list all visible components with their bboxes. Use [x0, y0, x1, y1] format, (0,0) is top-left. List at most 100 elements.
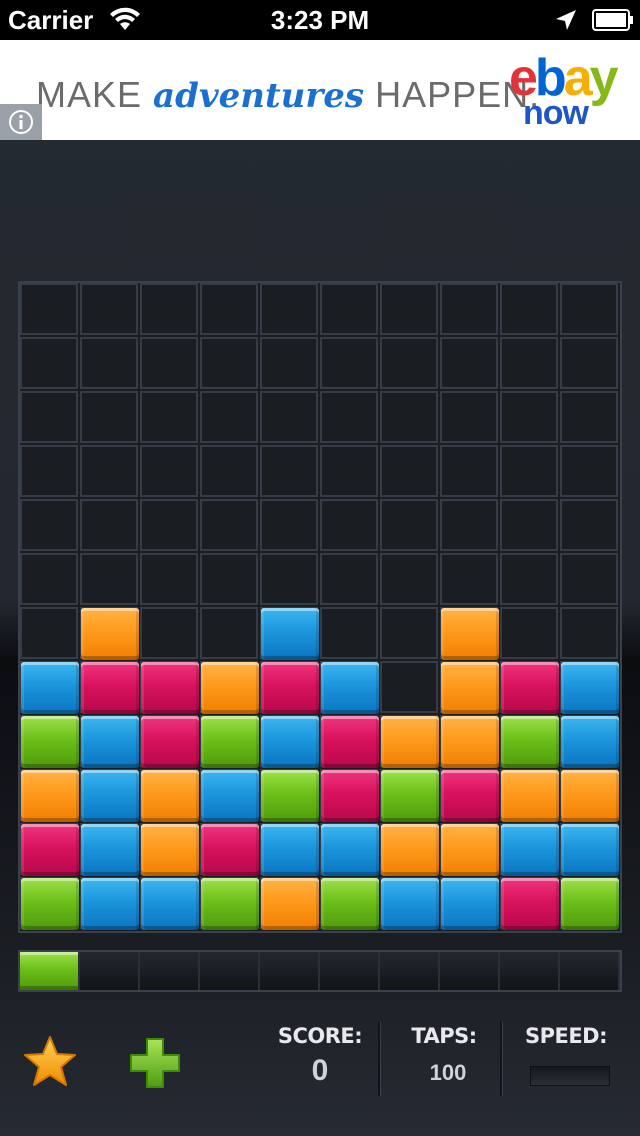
board-cell[interactable]	[20, 445, 78, 497]
blue-tile[interactable]	[501, 824, 559, 876]
board-cell[interactable]	[380, 391, 438, 443]
pink-tile[interactable]	[441, 770, 499, 822]
blue-tile[interactable]	[201, 770, 259, 822]
board-cell[interactable]	[500, 607, 558, 659]
orange-tile[interactable]	[141, 824, 199, 876]
blue-tile[interactable]	[261, 608, 319, 660]
board-cell[interactable]	[260, 499, 318, 551]
orange-tile[interactable]	[201, 662, 259, 714]
green-tile[interactable]	[321, 878, 379, 930]
green-tile[interactable]	[21, 716, 79, 768]
green-tile[interactable]	[261, 770, 319, 822]
board-cell[interactable]	[320, 391, 378, 443]
board-cell[interactable]	[380, 337, 438, 389]
orange-tile[interactable]	[261, 878, 319, 930]
board-cell[interactable]	[320, 337, 378, 389]
board-cell[interactable]	[320, 553, 378, 605]
board-cell[interactable]	[20, 283, 78, 335]
board-cell[interactable]	[20, 607, 78, 659]
board-cell[interactable]	[260, 337, 318, 389]
board-cell[interactable]	[20, 499, 78, 551]
board-cell[interactable]	[440, 553, 498, 605]
board-cell[interactable]	[440, 283, 498, 335]
board-cell[interactable]	[560, 553, 618, 605]
ad-info-button[interactable]	[0, 104, 42, 140]
board-cell[interactable]	[200, 607, 258, 659]
blue-tile[interactable]	[81, 878, 139, 930]
board-cell[interactable]	[80, 337, 138, 389]
board-cell[interactable]	[200, 445, 258, 497]
board-cell[interactable]	[560, 499, 618, 551]
orange-tile[interactable]	[441, 824, 499, 876]
orange-tile[interactable]	[141, 770, 199, 822]
board-cell[interactable]	[320, 499, 378, 551]
board-cell[interactable]	[140, 283, 198, 335]
board-cell[interactable]	[440, 499, 498, 551]
board-cell[interactable]	[140, 607, 198, 659]
pink-tile[interactable]	[141, 716, 199, 768]
board-cell[interactable]	[140, 391, 198, 443]
orange-tile[interactable]	[561, 770, 619, 822]
board-cell[interactable]	[560, 607, 618, 659]
board-cell[interactable]	[320, 445, 378, 497]
board-cell[interactable]	[200, 391, 258, 443]
pink-tile[interactable]	[501, 662, 559, 714]
orange-tile[interactable]	[441, 608, 499, 660]
blue-tile[interactable]	[561, 716, 619, 768]
board-cell[interactable]	[560, 391, 618, 443]
green-tile[interactable]	[561, 878, 619, 930]
orange-tile[interactable]	[21, 770, 79, 822]
star-icon[interactable]	[22, 1034, 78, 1090]
pink-tile[interactable]	[321, 770, 379, 822]
orange-tile[interactable]	[501, 770, 559, 822]
board-cell[interactable]	[380, 445, 438, 497]
board-cell[interactable]	[560, 337, 618, 389]
blue-tile[interactable]	[81, 824, 139, 876]
board-cell[interactable]	[140, 499, 198, 551]
board-cell[interactable]	[500, 283, 558, 335]
board-cell[interactable]	[380, 607, 438, 659]
board-cell[interactable]	[500, 553, 558, 605]
board-cell[interactable]	[140, 553, 198, 605]
blue-tile[interactable]	[321, 824, 379, 876]
board-cell[interactable]	[500, 499, 558, 551]
pink-tile[interactable]	[501, 878, 559, 930]
blue-tile[interactable]	[441, 878, 499, 930]
board-cell[interactable]	[200, 553, 258, 605]
board-cell[interactable]	[560, 445, 618, 497]
board-cell[interactable]	[320, 283, 378, 335]
pink-tile[interactable]	[141, 662, 199, 714]
board-cell[interactable]	[440, 337, 498, 389]
board-cell[interactable]	[200, 499, 258, 551]
blue-tile[interactable]	[561, 824, 619, 876]
blue-tile[interactable]	[81, 716, 139, 768]
board-cell[interactable]	[200, 337, 258, 389]
blue-tile[interactable]	[261, 716, 319, 768]
blue-tile[interactable]	[381, 878, 439, 930]
board-cell[interactable]	[320, 607, 378, 659]
board-cell[interactable]	[80, 445, 138, 497]
board-cell[interactable]	[500, 445, 558, 497]
green-tile[interactable]	[201, 716, 259, 768]
board-cell[interactable]	[80, 283, 138, 335]
green-tile[interactable]	[501, 716, 559, 768]
blue-tile[interactable]	[81, 770, 139, 822]
green-tile[interactable]	[201, 878, 259, 930]
board-cell[interactable]	[80, 499, 138, 551]
board-cell[interactable]	[140, 445, 198, 497]
pink-tile[interactable]	[21, 824, 79, 876]
ad-banner[interactable]: MAKE adventures HAPPEN. ebay now	[0, 40, 640, 140]
plus-icon[interactable]	[128, 1036, 182, 1090]
board-cell[interactable]	[440, 391, 498, 443]
board-cell[interactable]	[260, 391, 318, 443]
green-tile[interactable]	[21, 878, 79, 930]
orange-tile[interactable]	[441, 716, 499, 768]
board-cell[interactable]	[20, 553, 78, 605]
pink-tile[interactable]	[321, 716, 379, 768]
board-cell[interactable]	[20, 391, 78, 443]
board-cell[interactable]	[560, 283, 618, 335]
blue-tile[interactable]	[141, 878, 199, 930]
blue-tile[interactable]	[321, 662, 379, 714]
board-cell[interactable]	[380, 661, 438, 713]
pink-tile[interactable]	[261, 662, 319, 714]
